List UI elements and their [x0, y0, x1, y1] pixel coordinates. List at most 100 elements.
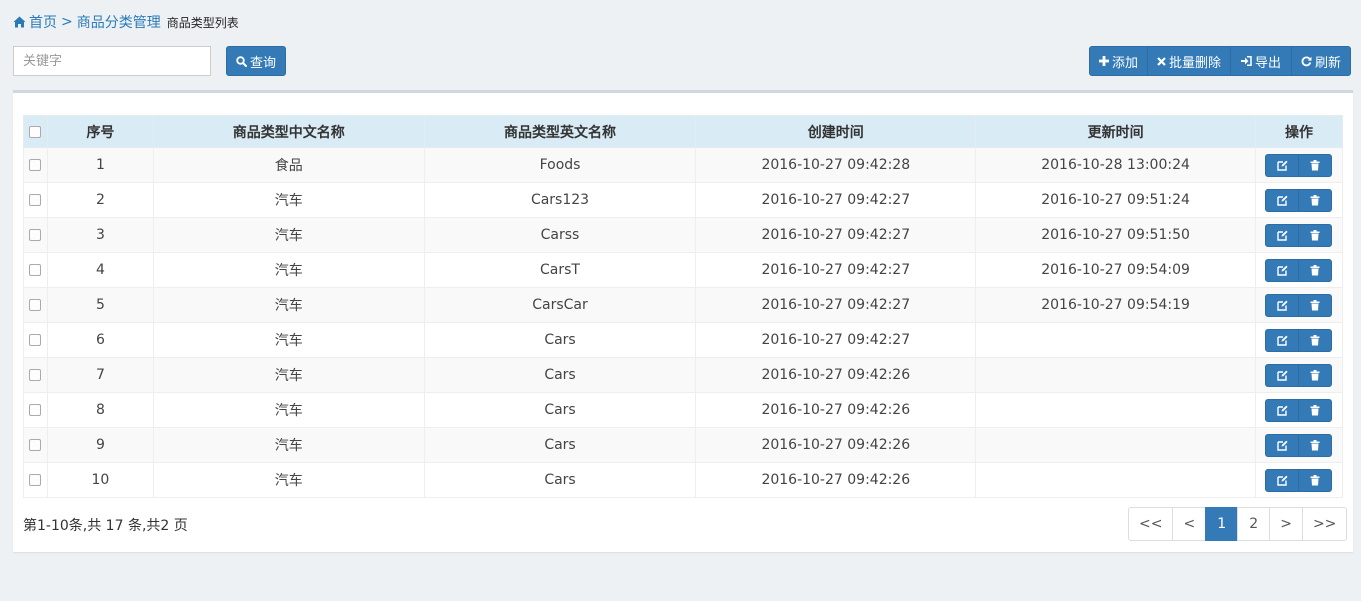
row-checkbox[interactable]: [29, 369, 42, 381]
cell-updated: 2016-10-27 09:51:24: [975, 182, 1256, 218]
edit-icon: [1277, 160, 1288, 171]
delete-row-button[interactable]: [1298, 328, 1333, 352]
breadcrumb-section-link[interactable]: 商品分类管理: [77, 12, 161, 32]
edit-row-button[interactable]: [1265, 363, 1300, 387]
edit-icon: [1277, 195, 1288, 206]
delete-row-button[interactable]: [1298, 468, 1333, 492]
trash-icon: [1310, 159, 1320, 170]
delete-row-button[interactable]: [1298, 363, 1333, 387]
page-first[interactable]: <<: [1128, 507, 1174, 541]
row-checkbox[interactable]: [29, 334, 42, 346]
cell-created: 2016-10-27 09:42:27: [695, 217, 977, 253]
page-last[interactable]: >>: [1301, 507, 1348, 541]
column-header-cn-name[interactable]: 商品类型中文名称: [152, 115, 425, 148]
cell-updated: 2016-10-27 09:51:50: [975, 217, 1256, 253]
refresh-button[interactable]: 刷新: [1291, 46, 1351, 76]
edit-row-button[interactable]: [1265, 433, 1300, 457]
page-2[interactable]: 2: [1237, 507, 1271, 541]
cell-cn-name: 汽车: [152, 182, 425, 218]
row-action-group: [1265, 188, 1333, 212]
breadcrumb-home-link[interactable]: 首页: [13, 12, 57, 32]
table-row: 10 汽车 Cars 2016-10-27 09:42:26: [23, 462, 1344, 498]
delete-row-button[interactable]: [1298, 188, 1333, 212]
content-panel: 序号 商品类型中文名称 商品类型英文名称 创建时间 更新时间 操作 1 食品 F…: [13, 90, 1353, 552]
row-checkbox[interactable]: [29, 404, 42, 416]
cell-created: 2016-10-27 09:42:26: [695, 392, 977, 428]
cell-en-name: Cars: [423, 357, 697, 393]
delete-row-button[interactable]: [1298, 153, 1333, 177]
delete-row-button[interactable]: [1298, 258, 1333, 282]
query-button[interactable]: 查询: [226, 46, 286, 76]
refresh-icon: [1301, 56, 1312, 66]
page-next[interactable]: >: [1269, 507, 1303, 541]
breadcrumb-home-label: 首页: [29, 15, 57, 31]
row-action-group: [1265, 398, 1333, 422]
cell-cn-name: 汽车: [152, 252, 425, 288]
column-header-created[interactable]: 创建时间: [695, 115, 977, 148]
cell-no: 2: [46, 182, 154, 218]
delete-row-button[interactable]: [1298, 223, 1333, 247]
column-header-no[interactable]: 序号: [46, 115, 154, 148]
edit-row-button[interactable]: [1265, 223, 1300, 247]
cell-en-name: Cars: [423, 392, 697, 428]
edit-row-button[interactable]: [1265, 153, 1300, 177]
row-checkbox[interactable]: [29, 299, 42, 311]
pagination: << < 1 2 > >>: [1128, 507, 1348, 541]
breadcrumb: 首页 > 商品分类管理 商品类型列表: [13, 12, 239, 32]
cell-updated: [975, 322, 1256, 358]
add-button[interactable]: 添加: [1089, 46, 1148, 76]
select-all-checkbox[interactable]: [29, 125, 42, 138]
breadcrumb-separator: >: [61, 14, 73, 30]
trash-icon: [1310, 194, 1320, 205]
cell-actions: [1254, 427, 1344, 463]
page-1[interactable]: 1: [1205, 507, 1239, 541]
table-row: 3 汽车 Carss 2016-10-27 09:42:27 2016-10-2…: [23, 217, 1344, 253]
plus-icon: [1098, 56, 1109, 66]
page-prev[interactable]: <: [1172, 507, 1207, 541]
edit-icon: [1277, 475, 1288, 486]
row-checkbox[interactable]: [29, 194, 42, 206]
pagination-info: 第1-10条,共 17 条,共2 页: [23, 518, 188, 534]
cell-no: 8: [46, 392, 154, 428]
keyword-search-input[interactable]: [13, 46, 211, 76]
edit-icon: [1277, 265, 1288, 276]
batch-delete-button[interactable]: 批量删除: [1147, 46, 1231, 76]
cell-cn-name: 汽车: [152, 427, 425, 463]
edit-icon: [1277, 335, 1288, 346]
cell-en-name: Cars: [423, 322, 697, 358]
column-header-updated[interactable]: 更新时间: [975, 115, 1256, 148]
row-checkbox[interactable]: [29, 264, 42, 276]
trash-icon: [1310, 229, 1320, 240]
row-checkbox[interactable]: [29, 474, 42, 486]
row-checkbox[interactable]: [29, 439, 42, 451]
table-header-row: 序号 商品类型中文名称 商品类型英文名称 创建时间 更新时间 操作: [23, 115, 1344, 148]
delete-row-button[interactable]: [1298, 433, 1333, 457]
edit-row-button[interactable]: [1265, 258, 1300, 282]
edit-row-button[interactable]: [1265, 468, 1300, 492]
cell-no: 1: [46, 147, 154, 183]
delete-row-button[interactable]: [1298, 398, 1333, 422]
edit-row-button[interactable]: [1265, 328, 1300, 352]
cell-actions: [1254, 357, 1344, 393]
edit-row-button[interactable]: [1265, 293, 1300, 317]
export-button[interactable]: 导出: [1230, 46, 1292, 76]
cell-created: 2016-10-27 09:42:27: [695, 252, 977, 288]
cell-created: 2016-10-27 09:42:26: [695, 357, 977, 393]
delete-row-button[interactable]: [1298, 293, 1333, 317]
row-checkbox[interactable]: [29, 159, 42, 171]
cell-cn-name: 汽车: [152, 357, 425, 393]
row-checkbox[interactable]: [29, 229, 42, 241]
cell-updated: 2016-10-28 13:00:24: [975, 147, 1256, 183]
row-action-group: [1265, 433, 1333, 457]
edit-icon: [1277, 370, 1288, 381]
edit-row-button[interactable]: [1265, 398, 1300, 422]
column-header-en-name[interactable]: 商品类型英文名称: [423, 115, 697, 148]
cell-no: 3: [46, 217, 154, 253]
edit-row-button[interactable]: [1265, 188, 1300, 212]
cell-cn-name: 汽车: [152, 287, 425, 323]
cell-updated: 2016-10-27 09:54:19: [975, 287, 1256, 323]
cell-created: 2016-10-27 09:42:26: [695, 462, 977, 498]
cell-no: 7: [46, 357, 154, 393]
cell-updated: [975, 392, 1256, 428]
row-action-group: [1265, 223, 1333, 247]
